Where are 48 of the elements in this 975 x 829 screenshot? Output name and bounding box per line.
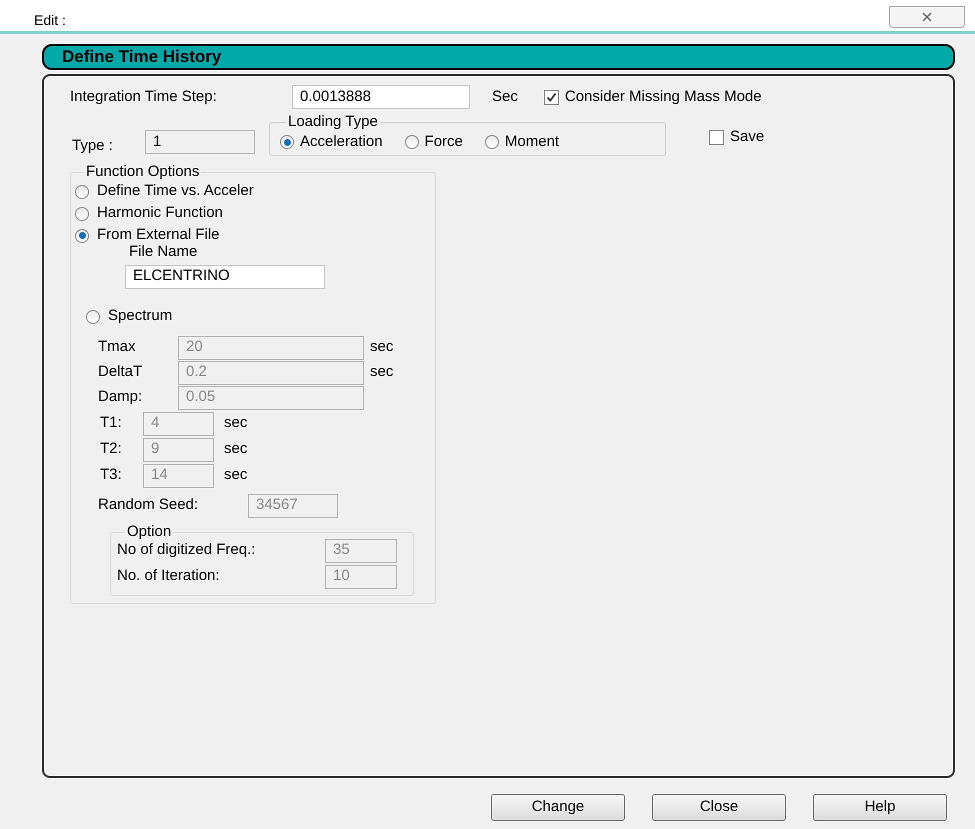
unit-label: sec xyxy=(224,439,248,460)
group-title: Function Options xyxy=(84,164,202,180)
unit-label: sec xyxy=(370,337,394,358)
radio-label: Define Time vs. Acceler xyxy=(97,181,254,202)
dialog-button[interactable]: Change xyxy=(491,794,625,821)
radio-label: Acceleration xyxy=(300,132,383,152)
checkbox[interactable] xyxy=(544,90,559,104)
field-label: T1: xyxy=(99,413,123,434)
radio-button[interactable] xyxy=(404,135,419,149)
field-label: Type : xyxy=(71,136,114,156)
radio-label: Moment xyxy=(504,132,560,152)
close-icon xyxy=(920,10,934,24)
field-label: DeltaT xyxy=(98,362,144,382)
radio-button[interactable] xyxy=(75,228,89,242)
field-label: T3: xyxy=(99,465,123,486)
radio-label: Spectrum xyxy=(108,306,172,326)
unit-label: sec xyxy=(370,362,394,382)
field-label: Random Seed: xyxy=(98,495,200,516)
field-label: Damp: xyxy=(98,387,144,408)
window-title: Edit : xyxy=(34,11,66,30)
field-label: File Name xyxy=(129,242,198,260)
radio-button[interactable] xyxy=(75,206,89,220)
unit-label: Sec xyxy=(492,86,518,107)
dialog-button[interactable]: Help xyxy=(813,794,947,821)
radio-button[interactable] xyxy=(86,310,100,324)
field-label: Tmax xyxy=(98,337,136,358)
radio-button[interactable] xyxy=(280,135,294,149)
checkbox[interactable] xyxy=(709,130,724,145)
field-label: T2: xyxy=(99,439,123,460)
text-field[interactable]: 0.0013888 xyxy=(292,85,470,109)
radio-button[interactable] xyxy=(484,135,499,149)
unit-label: sec xyxy=(224,413,248,434)
checkbox-label: Save xyxy=(730,127,764,147)
checkbox-label: Consider Missing Mass Mode xyxy=(564,86,762,107)
radio-button[interactable] xyxy=(75,184,89,198)
dialog-button[interactable]: Close xyxy=(652,794,786,821)
radio-label: Force xyxy=(424,132,463,152)
group-title: Option xyxy=(125,524,174,540)
unit-label: sec xyxy=(224,465,248,486)
text-field[interactable]: ELCENTRINO xyxy=(125,264,325,288)
close-button[interactable] xyxy=(889,6,965,28)
radio-label: From External File xyxy=(97,225,220,245)
field-label: No of digitized Freq.: xyxy=(117,540,256,560)
section-header: Define Time History xyxy=(42,44,955,70)
radio-label: Harmonic Function xyxy=(97,203,223,224)
field-label: No. of Iteration: xyxy=(117,566,221,586)
field-label: Integration Time Step: xyxy=(70,86,218,107)
text-field[interactable]: 1 xyxy=(145,130,255,154)
